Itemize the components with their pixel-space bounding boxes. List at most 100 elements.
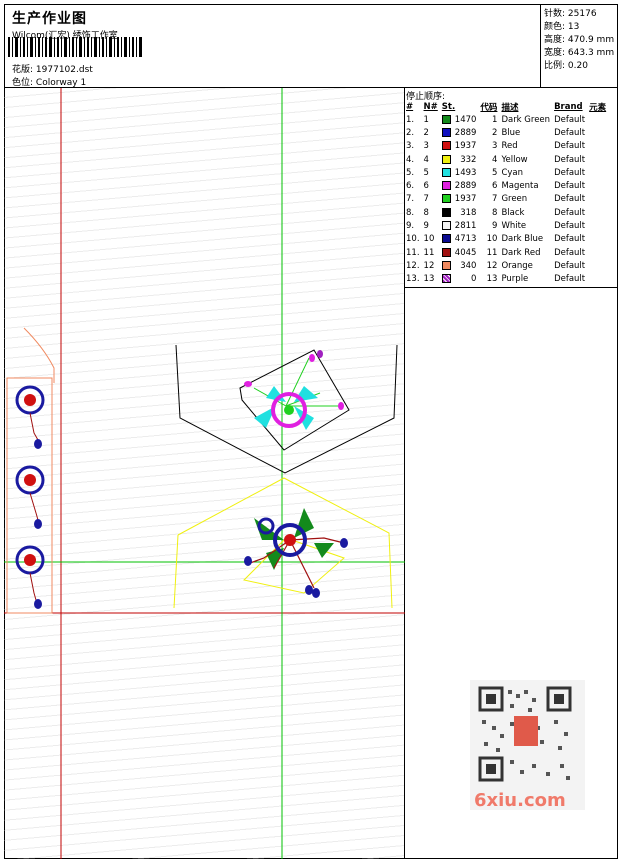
row-index: 7. — [406, 194, 415, 205]
row-element — [587, 206, 608, 219]
row-stitches: 340 — [460, 260, 477, 271]
row-index: 11. — [406, 247, 420, 258]
row-needle: 10 — [423, 234, 435, 245]
table-row: 5. 5 1493 5 Cyan Default — [404, 166, 608, 179]
row-element — [587, 166, 608, 179]
stat-value: 643.3 mm — [567, 48, 615, 58]
row-description: Dark Green — [501, 114, 551, 125]
col-index: # — [406, 101, 414, 112]
design-file-value: 1977102.dst — [35, 65, 93, 75]
row-brand: Default — [554, 274, 586, 285]
row-element — [587, 193, 608, 206]
color-swatch — [441, 181, 451, 191]
row-brand: Default — [554, 247, 586, 258]
row-description: Red — [501, 141, 518, 152]
row-swatch — [440, 193, 453, 206]
row-element — [587, 246, 608, 259]
row-element — [587, 219, 608, 232]
row-description: Dark Blue — [501, 234, 544, 245]
table-row: 3. 3 1937 3 Red Default — [404, 140, 608, 153]
row-code: 3 — [492, 141, 498, 152]
barcode-icon — [8, 37, 142, 57]
design-preview — [4, 88, 405, 859]
row-code: 5 — [492, 167, 498, 178]
row-index: 4. — [406, 154, 415, 165]
row-code: 11 — [486, 247, 498, 258]
table-row: 1. 1 1470 1 Dark Green Default — [404, 113, 608, 126]
row-swatch — [440, 219, 453, 232]
row-stitches: 332 — [460, 154, 477, 165]
row-swatch — [440, 273, 453, 286]
stat-label: 宽度: — [544, 48, 566, 58]
row-index: 12. — [406, 260, 420, 271]
table-row: 12. 12 340 12 Orange Default — [404, 259, 608, 272]
colorway-value: Colorway 1 — [35, 78, 87, 88]
row-element — [587, 233, 608, 246]
row-swatch — [440, 153, 453, 166]
row-description: Purple — [501, 274, 529, 285]
stat-label: 比例: — [544, 61, 566, 71]
main-flower-motif — [244, 508, 348, 598]
row-description: Magenta — [501, 181, 539, 192]
stat-value: 0.20 — [567, 61, 588, 71]
row-index: 2. — [406, 127, 415, 138]
row-code: 2 — [492, 127, 498, 138]
table-row: 2. 2 2889 2 Blue Default — [404, 126, 608, 139]
row-stitches: 2889 — [454, 127, 477, 138]
seal-icon — [514, 716, 538, 746]
row-swatch — [440, 259, 453, 272]
table-row: 8. 8 318 8 Black Default — [404, 206, 608, 219]
table-header-row: # N# St. 代码 描述 Brand 元素 — [404, 100, 608, 113]
stat-scale: 比例: 0.20 — [544, 58, 588, 71]
color-swatch — [441, 221, 451, 231]
row-brand: Default — [554, 114, 586, 125]
colorway-label: 色位: — [12, 78, 34, 88]
row-element — [587, 140, 608, 153]
row-stitches: 318 — [460, 207, 477, 218]
stat-value: 470.9 mm — [567, 35, 615, 45]
row-stitches: 0 — [471, 274, 477, 285]
design-file-row: 花版: 1977102.dst — [12, 62, 93, 75]
col-needle: N# — [423, 101, 438, 112]
top-motif-outline — [239, 349, 350, 451]
row-swatch — [440, 166, 453, 179]
row-code: 4 — [492, 154, 498, 165]
stat-width: 宽度: 643.3 mm — [544, 45, 614, 58]
row-brand: Default — [554, 207, 586, 218]
row-code: 8 — [492, 207, 498, 218]
row-description: Yellow — [501, 154, 528, 165]
stat-label: 颜色: — [544, 22, 566, 32]
row-element — [587, 153, 608, 166]
row-code: 10 — [486, 234, 498, 245]
row-needle: 3 — [423, 141, 429, 152]
row-stitches: 2889 — [454, 181, 477, 192]
border-flower-2 — [15, 465, 45, 529]
color-swatch — [441, 167, 451, 177]
row-index: 5. — [406, 167, 415, 178]
border-flower-3 — [15, 545, 45, 609]
color-swatch — [441, 194, 451, 204]
row-stitches: 1493 — [454, 167, 477, 178]
row-swatch — [440, 206, 453, 219]
col-code: 代码 — [480, 102, 498, 113]
design-label: 花版: — [12, 65, 34, 75]
col-element: 元素 — [589, 102, 607, 113]
header-info: 生产作业图 Wilcom(汇宏) 绣饰工作室 花版: 1977102.dst 色… — [4, 4, 541, 88]
stat-value: 13 — [567, 22, 580, 32]
row-description: Green — [501, 194, 528, 205]
border-flower-1 — [15, 385, 45, 449]
stat-label: 针数: — [544, 9, 566, 19]
row-swatch — [440, 140, 453, 153]
row-description: Blue — [501, 127, 521, 138]
row-stitches: 4045 — [454, 247, 477, 258]
row-needle: 6 — [423, 181, 429, 192]
row-needle: 1 — [423, 114, 429, 125]
row-code: 13 — [486, 274, 498, 285]
row-code: 12 — [486, 260, 498, 271]
stat-height: 高度: 470.9 mm — [544, 32, 614, 45]
colorway-row: 色位: Colorway 1 — [12, 75, 86, 88]
color-swatch — [441, 154, 451, 164]
table-row: 10. 10 4713 10 Dark Blue Default — [404, 233, 608, 246]
row-brand: Default — [554, 260, 586, 271]
stat-stitches: 针数: 25176 — [544, 6, 597, 19]
